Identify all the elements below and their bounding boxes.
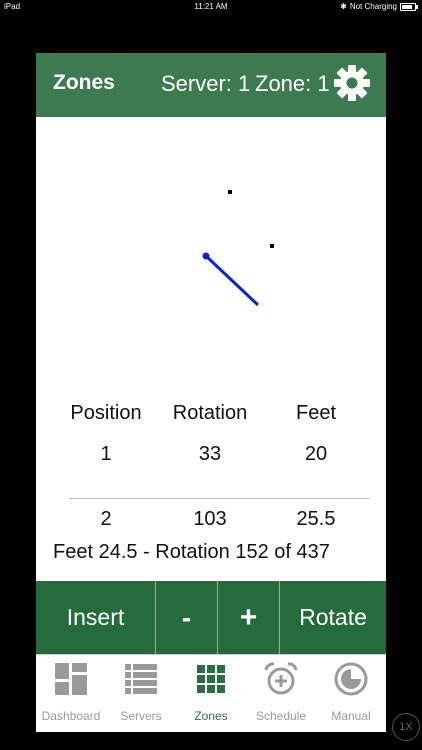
insert-button[interactable]: Insert (36, 581, 156, 654)
zone-point-marker (228, 190, 232, 194)
row-divider (69, 498, 369, 499)
table-cell[interactable]: 1 (56, 443, 156, 466)
battery-status: ✱ Not Charging (340, 0, 418, 14)
tab-manual[interactable]: Manual (316, 655, 386, 732)
bluetooth-icon: ✱ (340, 2, 347, 11)
tab-label: Dashboard (41, 709, 101, 723)
rotation-line (204, 254, 260, 307)
tab-schedule[interactable]: Schedule (246, 655, 316, 732)
table-cell[interactable]: 25.5 (266, 508, 366, 530)
column-header-rotation: Rotation (172, 402, 248, 424)
tab-label: Schedule (255, 709, 307, 723)
action-bar: Insert - + Rotate (36, 581, 386, 654)
zones-icon (197, 665, 225, 693)
battery-icon (400, 3, 418, 11)
schedule-icon (264, 662, 298, 695)
zone-plot[interactable] (36, 117, 386, 435)
gear-icon[interactable] (332, 63, 372, 103)
increment-button[interactable]: + (218, 581, 280, 654)
table-row[interactable]: 2 103 25.5 (36, 508, 386, 530)
dashboard-icon (55, 663, 87, 695)
status-line: Feet 24.5 - Rotation 152 of 437 (53, 541, 330, 563)
server-indicator: Server: 1 (161, 71, 251, 96)
rotation-origin (202, 252, 210, 260)
zone-indicator: Zone: 1 (255, 71, 330, 96)
tab-label: Manual (331, 709, 371, 723)
page-title: Zones (53, 71, 115, 94)
servers-icon (125, 664, 157, 694)
rotate-button[interactable]: Rotate (280, 581, 386, 654)
tab-dashboard[interactable]: Dashboard (36, 655, 106, 732)
tab-label: Servers (120, 709, 162, 723)
column-header-position: Position (70, 402, 142, 424)
status-bar: iPad 11:21 AM ✱ Not Charging (0, 0, 422, 14)
table-cell[interactable]: 33 (160, 443, 260, 466)
table-cell[interactable]: 2 (56, 508, 156, 530)
column-header-feet: Feet (295, 402, 337, 424)
manual-icon (334, 662, 368, 696)
table-cell[interactable]: 20 (266, 443, 366, 466)
zoom-indicator[interactable]: 1X (392, 713, 420, 741)
tab-label: Zones (194, 709, 228, 723)
tab-bar: Dashboard Servers Zones Schedule Manual (36, 654, 386, 732)
header-bar: Zones Server: 1 Zone: 1 (36, 53, 386, 117)
charging-label: Not Charging (349, 2, 397, 11)
zone-point-marker (270, 244, 274, 248)
table-cell[interactable]: 103 (160, 508, 260, 530)
app-window: Zones Server: 1 Zone: 1 Position Rotatio… (36, 53, 386, 732)
tab-servers[interactable]: Servers (106, 655, 176, 732)
tab-zones[interactable]: Zones (176, 655, 246, 732)
decrement-button[interactable]: - (156, 581, 218, 654)
